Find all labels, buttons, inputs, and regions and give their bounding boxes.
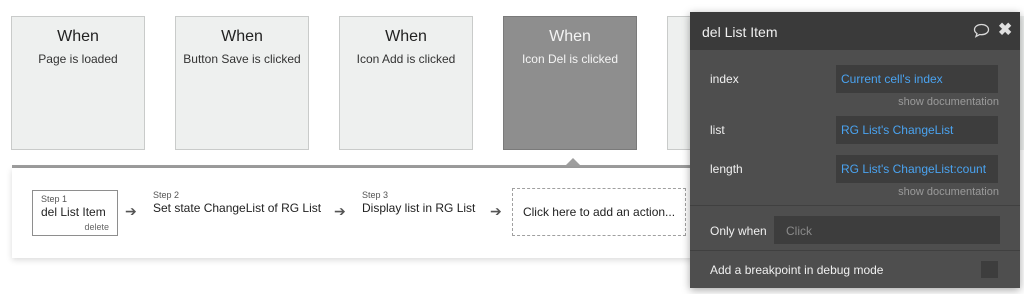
workflow-step-1[interactable]: Step 1 del List Item delete <box>32 190 118 236</box>
add-action-button[interactable]: Click here to add an action... <box>512 188 686 236</box>
arrow-right-icon: ➔ <box>125 203 137 219</box>
event-card-button-save[interactable]: When Button Save is clicked <box>175 16 309 150</box>
action-property-editor: del List Item ✖ index Current cell's ind… <box>690 12 1020 288</box>
section-divider <box>690 250 1020 251</box>
step-title: del List Item <box>41 205 106 219</box>
show-documentation-link[interactable]: show documentation <box>898 96 999 108</box>
index-label: index <box>710 72 739 86</box>
event-card-icon-del[interactable]: When Icon Del is clicked <box>503 16 637 150</box>
close-icon[interactable]: ✖ <box>998 20 1012 40</box>
workflow-step-2[interactable]: Step 2 Set state ChangeList of RG List <box>153 190 321 215</box>
workflow-steps-panel: Step 1 del List Item delete ➔ Step 2 Set… <box>12 168 702 258</box>
event-when-label: When <box>57 28 99 45</box>
event-description: Icon Add is clicked <box>356 52 456 66</box>
arrow-right-icon: ➔ <box>334 203 346 219</box>
show-documentation-link[interactable]: show documentation <box>898 186 999 198</box>
event-card-page-loaded[interactable]: When Page is loaded <box>11 16 145 150</box>
breakpoint-label: Add a breakpoint in debug mode <box>710 263 884 277</box>
step-delete-link[interactable]: delete <box>84 222 109 232</box>
event-when-label: When <box>549 28 591 45</box>
only-when-field[interactable]: Click <box>774 216 1000 244</box>
list-label: list <box>710 123 725 137</box>
editor-title: del List Item <box>702 24 778 40</box>
step-number: Step 2 <box>153 190 180 200</box>
section-divider <box>690 205 1020 206</box>
event-description: Button Save is clicked <box>183 52 301 66</box>
step-title: Display list in RG List <box>362 201 476 215</box>
editor-header: del List Item ✖ <box>690 12 1020 50</box>
length-label: length <box>710 162 743 176</box>
event-when-label: When <box>385 28 427 45</box>
event-card-icon-add[interactable]: When Icon Add is clicked <box>339 16 473 150</box>
breakpoint-checkbox[interactable] <box>981 261 998 278</box>
step-number: Step 1 <box>41 194 68 204</box>
index-field[interactable]: Current cell's index <box>836 65 998 93</box>
event-when-label: When <box>221 28 263 45</box>
event-description: Page is loaded <box>38 52 118 66</box>
comment-icon[interactable] <box>973 23 990 38</box>
list-field[interactable]: RG List's ChangeList <box>836 116 998 144</box>
length-field[interactable]: RG List's ChangeList:count <box>836 155 998 183</box>
only-when-label: Only when <box>710 224 767 238</box>
step-number: Step 3 <box>362 190 389 200</box>
arrow-right-icon: ➔ <box>490 203 502 219</box>
selected-event-caret <box>565 158 581 166</box>
workflow-step-3[interactable]: Step 3 Display list in RG List <box>362 190 475 215</box>
event-description: Icon Del is clicked <box>521 52 619 66</box>
step-title: Set state ChangeList of RG List <box>153 201 322 215</box>
